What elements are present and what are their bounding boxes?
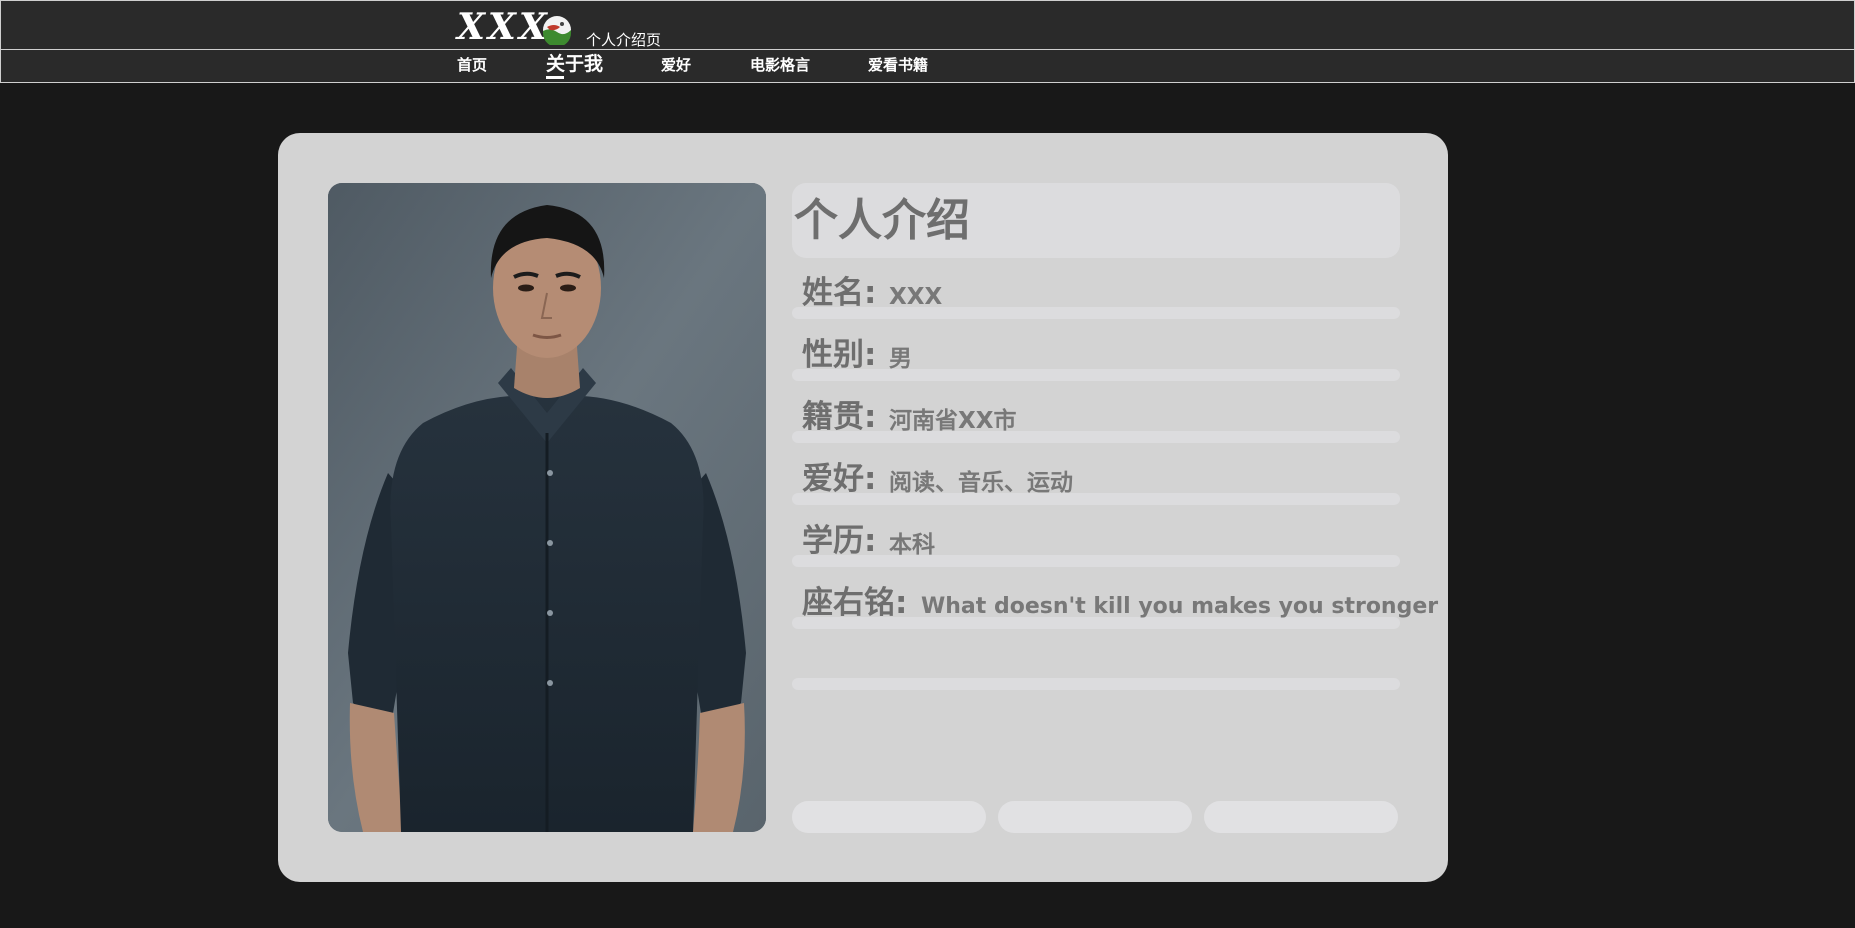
field-row-hometown: 籍贯: 河南省XX市 [792, 397, 1400, 459]
field-bar [792, 493, 1400, 505]
profile-title: 个人介绍 [794, 195, 970, 246]
field-row-gender: 性别: 男 [792, 335, 1400, 397]
active-nav-underline [546, 76, 564, 79]
nav-item-movie-quotes[interactable]: 电影格言 [750, 56, 810, 74]
action-button-2[interactable] [998, 801, 1192, 833]
field-label-hobbies: 爱好: [802, 461, 877, 497]
nav-item-books[interactable]: 爱看书籍 [868, 56, 928, 74]
profile-photo [328, 183, 766, 832]
field-bar [792, 369, 1400, 381]
field-label-name: 姓名: [802, 275, 877, 311]
field-row-motto: 座右铭: What doesn't kill you makes you str… [792, 583, 1438, 645]
action-button-1[interactable] [792, 801, 986, 833]
field-value-hometown: 河南省XX市 [889, 408, 1017, 434]
nav-item-hobbies[interactable]: 爱好 [661, 56, 691, 74]
action-button-3[interactable] [1204, 801, 1398, 833]
field-row-name: 姓名: XXX [792, 273, 1400, 335]
field-label-education: 学历: [802, 523, 877, 559]
field-value-education: 本科 [889, 532, 935, 558]
field-row-hobbies: 爱好: 阅读、音乐、运动 [792, 459, 1400, 521]
field-label-gender: 性别: [802, 337, 877, 373]
field-value-name: XXX [889, 284, 943, 310]
field-bar [792, 555, 1400, 567]
empty-field-bar [792, 678, 1400, 690]
field-bar [792, 431, 1400, 443]
profile-card: 个人介绍 姓名: XXX 性别: 男 籍贯: 河南省XX市 爱好: 阅读、音乐、… [278, 133, 1448, 882]
profile-title-box: 个人介绍 [792, 183, 1400, 258]
site-subtitle: 个人介绍页 [586, 31, 662, 49]
top-header: XXX 个人介绍页 [0, 0, 1855, 49]
field-value-gender: 男 [889, 346, 912, 372]
logo-ball-icon [542, 15, 572, 47]
main-nav: 首页 关于我 爱好 电影格言 爱看书籍 [0, 49, 1855, 83]
field-value-hobbies: 阅读、音乐、运动 [889, 470, 1073, 496]
nav-item-home[interactable]: 首页 [457, 56, 487, 74]
field-label-motto: 座右铭: [802, 585, 908, 621]
nav-item-about[interactable]: 关于我 [546, 53, 603, 75]
field-label-hometown: 籍贯: [802, 399, 877, 435]
field-value-motto: What doesn't kill you makes you stronger [921, 594, 1439, 619]
field-row-education: 学历: 本科 [792, 521, 1400, 583]
site-logo[interactable]: XXX [457, 7, 550, 47]
field-bar [792, 307, 1400, 319]
